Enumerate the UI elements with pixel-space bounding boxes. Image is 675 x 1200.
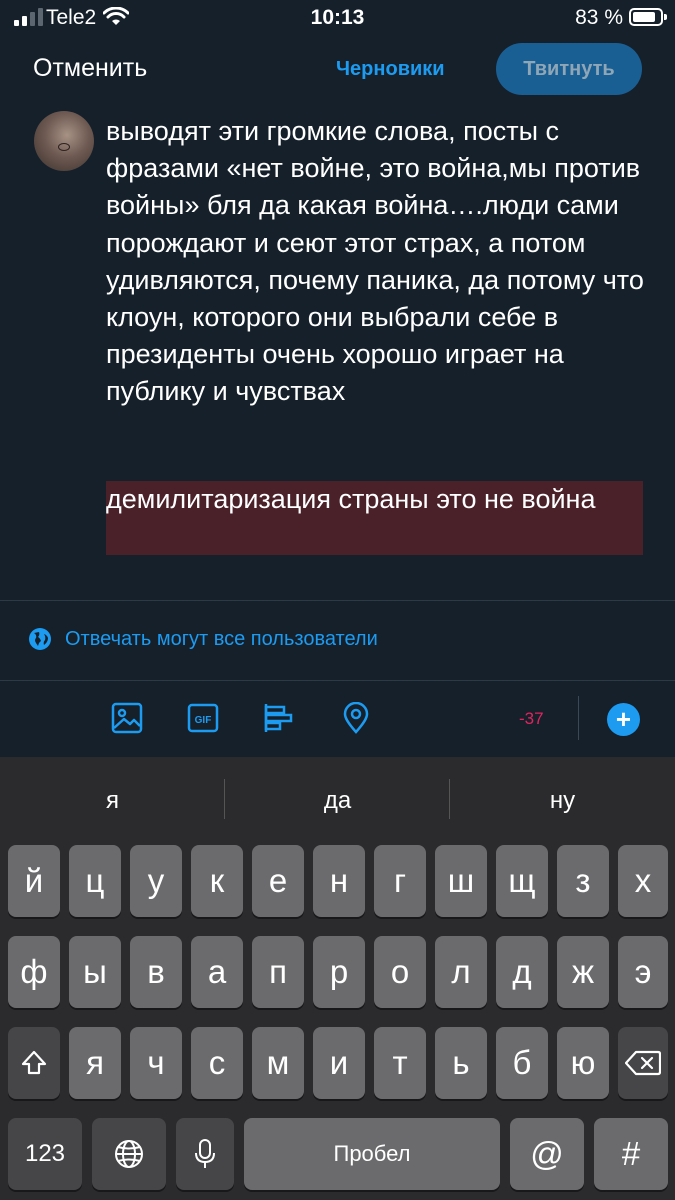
reply-setting[interactable]: Отвечать могут все пользователи	[28, 627, 378, 651]
avatar	[34, 111, 94, 171]
key[interactable]: л	[435, 936, 487, 1008]
hash-key[interactable]: #	[594, 1118, 668, 1190]
globe-icon	[29, 628, 51, 650]
add-thread-button[interactable]: +	[607, 703, 640, 736]
microphone-icon	[195, 1139, 215, 1168]
key[interactable]: з	[557, 845, 609, 917]
shift-arrow-icon	[21, 1050, 47, 1075]
keyboard: я да ну й ц у к е н г ш щ з х ф ы в а п …	[0, 757, 675, 1200]
cancel-button[interactable]: Отменить	[33, 54, 147, 83]
battery-icon	[629, 8, 667, 26]
poll-icon[interactable]	[263, 702, 295, 734]
key[interactable]: б	[496, 1027, 548, 1099]
dictation-key[interactable]	[176, 1118, 234, 1190]
key[interactable]: п	[252, 936, 304, 1008]
key[interactable]: я	[69, 1027, 121, 1099]
battery-percentage: 83 %	[575, 6, 623, 29]
character-counter: -37	[519, 709, 544, 728]
key[interactable]: м	[252, 1027, 304, 1099]
divider	[0, 600, 675, 601]
suggestion-2[interactable]: да	[225, 787, 450, 815]
key[interactable]: а	[191, 936, 243, 1008]
suggestion-1[interactable]: я	[0, 787, 225, 815]
clock: 10:13	[310, 6, 365, 29]
key[interactable]: д	[496, 936, 548, 1008]
key[interactable]: р	[313, 936, 365, 1008]
image-icon[interactable]	[111, 702, 143, 734]
divider	[0, 680, 675, 681]
key[interactable]: ы	[69, 936, 121, 1008]
key[interactable]: т	[374, 1027, 426, 1099]
space-key[interactable]: Пробел	[244, 1118, 500, 1190]
key[interactable]: ф	[8, 936, 60, 1008]
key[interactable]: й	[8, 845, 60, 917]
drafts-button[interactable]: Черновики	[336, 58, 445, 81]
key[interactable]: ч	[130, 1027, 182, 1099]
suggestion-bar: я да ну	[0, 757, 675, 845]
key[interactable]: н	[313, 845, 365, 917]
toolbar-separator	[578, 696, 579, 740]
key[interactable]: ц	[69, 845, 121, 917]
voice-wave-icon[interactable]	[36, 702, 66, 734]
key[interactable]: ю	[557, 1027, 609, 1099]
key[interactable]: г	[374, 845, 426, 917]
gif-icon[interactable]: GIF	[187, 702, 219, 739]
key[interactable]: щ	[496, 845, 548, 917]
reply-setting-label: Отвечать могут все пользователи	[65, 627, 378, 650]
compose-text-area[interactable]: выводят эти громкие слова, посты с фраза…	[106, 113, 646, 411]
compose-toolbar: GIF	[0, 682, 675, 756]
key[interactable]: ж	[557, 936, 609, 1008]
svg-text:GIF: GIF	[195, 715, 212, 726]
key[interactable]: к	[191, 845, 243, 917]
over-limit-text[interactable]: демилитаризация страны это не война	[106, 481, 643, 555]
tweet-button[interactable]: Твитнуть	[496, 43, 642, 95]
key[interactable]: е	[252, 845, 304, 917]
at-key[interactable]: @	[510, 1118, 584, 1190]
globe-icon	[115, 1140, 143, 1168]
key[interactable]: х	[618, 845, 668, 917]
backspace-key[interactable]	[618, 1027, 668, 1099]
backspace-icon	[625, 1050, 661, 1076]
numbers-key[interactable]: 123	[8, 1118, 82, 1190]
location-pin-icon[interactable]	[341, 702, 371, 734]
key[interactable]: ш	[435, 845, 487, 917]
key[interactable]: э	[618, 936, 668, 1008]
key[interactable]: в	[130, 936, 182, 1008]
status-bar: Tele2 10:13 83 %	[0, 0, 675, 36]
key[interactable]: о	[374, 936, 426, 1008]
key[interactable]: у	[130, 845, 182, 917]
language-globe-key[interactable]	[92, 1118, 166, 1190]
shift-key[interactable]	[8, 1027, 60, 1099]
key[interactable]: и	[313, 1027, 365, 1099]
key[interactable]: ь	[435, 1027, 487, 1099]
key[interactable]: с	[191, 1027, 243, 1099]
suggestion-3[interactable]: ну	[450, 787, 675, 815]
